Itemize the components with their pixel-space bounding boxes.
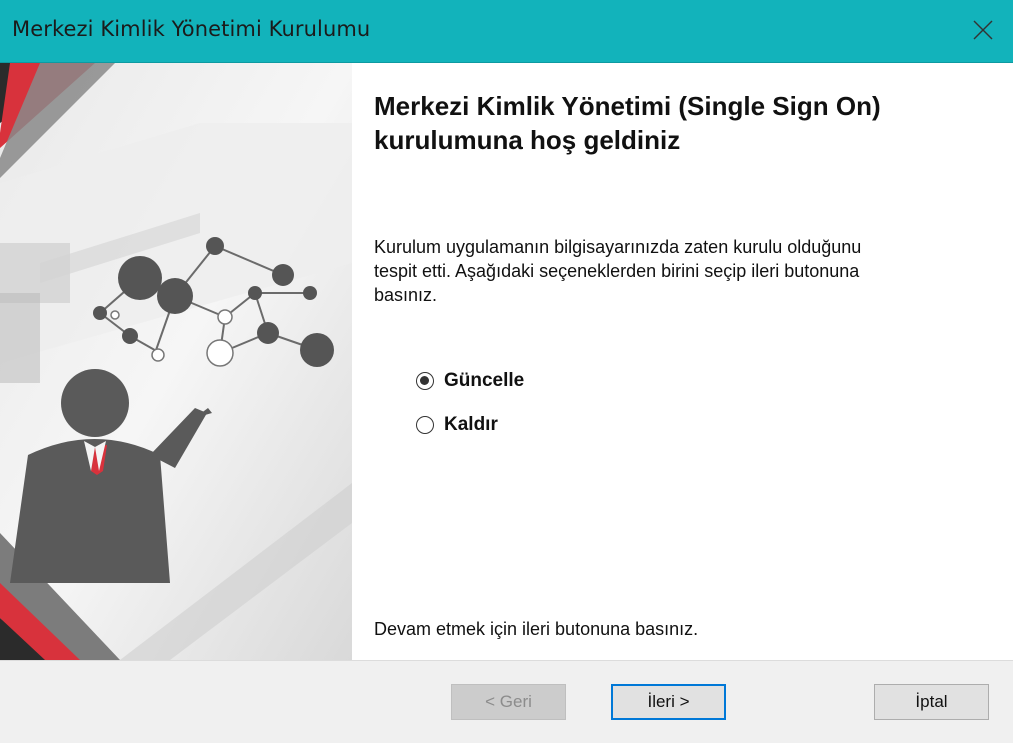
- close-button[interactable]: [955, 0, 1013, 62]
- description-line-2: tespit etti. Aşağıdaki seçeneklerden bir…: [374, 261, 860, 281]
- continue-instruction: Devam etmek için ileri butonuna basınız.: [374, 619, 699, 639]
- presenter-network-icon: [0, 63, 352, 660]
- window-title: Merkezi Kimlik Yönetimi Kurulumu: [12, 17, 371, 41]
- heading-line-1: Merkezi Kimlik Yönetimi (Single Sign On): [374, 91, 881, 121]
- button-bar: < Geri İleri > İptal: [0, 660, 1013, 743]
- description-line-3: basınız.: [374, 285, 438, 305]
- back-button[interactable]: < Geri: [451, 684, 566, 720]
- welcome-heading: Merkezi Kimlik Yönetimi (Single Sign On)…: [374, 89, 1004, 157]
- content-panel: Merkezi Kimlik Yönetimi (Single Sign On)…: [352, 63, 1013, 660]
- heading-line-2: kurulumuna hoş geldiniz: [374, 125, 681, 155]
- wizard-banner-image: [0, 63, 352, 660]
- close-icon: [973, 20, 993, 40]
- title-bar: Merkezi Kimlik Yönetimi Kurulumu: [0, 0, 1013, 63]
- radio-unselected-icon[interactable]: [416, 416, 434, 434]
- option-kaldir-label: Kaldır: [444, 414, 498, 435]
- option-kaldir[interactable]: Kaldır: [416, 410, 498, 440]
- description-line-1: Kurulum uygulamanın bilgisayarınızda zat…: [374, 237, 862, 257]
- option-guncelle[interactable]: Güncelle: [416, 366, 524, 396]
- option-guncelle-label: Güncelle: [444, 370, 525, 391]
- installer-window: Merkezi Kimlik Yönetimi Kurulumu Merkezi…: [0, 0, 1013, 743]
- next-button[interactable]: İleri >: [611, 684, 726, 720]
- description-text: Kurulum uygulamanın bilgisayarınızda zat…: [374, 235, 974, 307]
- cancel-button[interactable]: İptal: [874, 684, 989, 720]
- radio-selected-icon[interactable]: [416, 372, 434, 390]
